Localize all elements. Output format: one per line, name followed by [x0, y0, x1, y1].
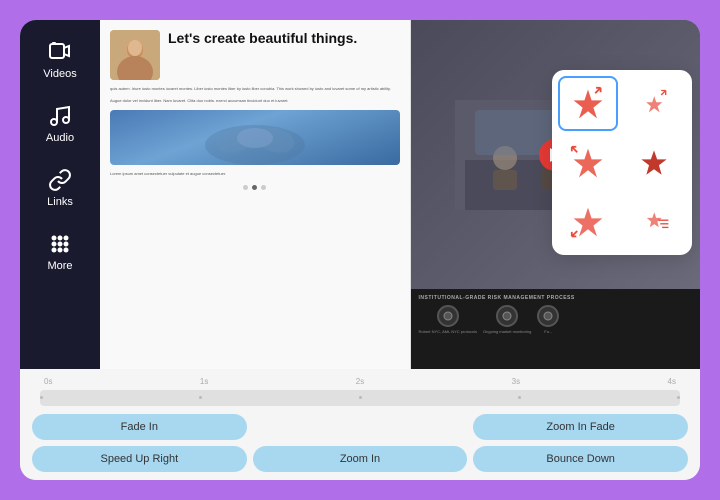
- zoom-in-fade-button[interactable]: Zoom In Fade: [473, 414, 688, 440]
- timeline-dot-5: [677, 396, 680, 399]
- dot-1: [243, 185, 248, 190]
- bounce-down-button[interactable]: Bounce Down: [473, 446, 688, 472]
- timeline-dot-1: [40, 396, 43, 399]
- sidebar-item-links[interactable]: Links: [26, 158, 94, 218]
- dot-navigation: [110, 185, 400, 190]
- zoom-in-button[interactable]: Zoom In: [253, 446, 468, 472]
- risk-label-3: Fo...: [544, 329, 552, 334]
- risk-label-2: Ongoing market monitoring: [483, 329, 531, 334]
- timeline-dot-2: [199, 396, 202, 399]
- sidebar-label-links: Links: [47, 196, 73, 208]
- fade-in-button[interactable]: Fade In: [32, 414, 247, 440]
- risk-circle-2: [496, 305, 518, 327]
- sticker-panel: [552, 70, 692, 255]
- hero-text-block: Let's create beautiful things.: [168, 30, 357, 48]
- canvas-area: Let's create beautiful things. quis aute…: [100, 20, 700, 369]
- sticker-star-lines: [636, 204, 672, 240]
- avatar-svg: [110, 30, 160, 80]
- sidebar-label-more: More: [47, 260, 72, 272]
- risk-icon-2: [501, 310, 513, 322]
- video-icon: [48, 40, 72, 64]
- top-area: Videos Audio Links: [20, 20, 700, 369]
- bottom-area: 0s 1s 2s 3s 4s Fade In Zoom In Fade: [20, 369, 700, 480]
- hands-img-bg: [110, 110, 400, 165]
- sidebar-label-audio: Audio: [46, 132, 74, 144]
- risk-section: INSTITUTIONAL-GRADE RISK MANAGEMENT PROC…: [411, 289, 701, 369]
- empty-cell: [253, 414, 468, 440]
- risk-item-1: Robert NYC, AML NYC protocols: [419, 305, 478, 334]
- speed-up-right-button[interactable]: Speed Up Right: [32, 446, 247, 472]
- sticker-star-expand: [570, 86, 606, 122]
- sticker-star-down-left: [570, 204, 606, 240]
- page-left-top: Let's create beautiful things.: [110, 30, 400, 80]
- body-text-2: Augue dolor vel invidunt liber. Nam Iuva…: [110, 98, 400, 104]
- body-text-3: Lorem ipsum amet consectetuer vulputate …: [110, 171, 400, 177]
- sidebar-item-videos[interactable]: Videos: [26, 30, 94, 90]
- sticker-cell-2[interactable]: [624, 76, 684, 131]
- sticker-star-small: [636, 86, 672, 122]
- dot-3: [261, 185, 266, 190]
- sticker-cell-5[interactable]: [558, 194, 618, 249]
- hero-text: Let's create beautiful things.: [168, 30, 357, 48]
- sidebar-item-more[interactable]: More: [26, 222, 94, 282]
- risk-title: INSTITUTIONAL-GRADE RISK MANAGEMENT PROC…: [419, 295, 693, 301]
- link-icon: [48, 168, 72, 192]
- sidebar: Videos Audio Links: [20, 20, 100, 369]
- sidebar-item-audio[interactable]: Audio: [26, 94, 94, 154]
- risk-circle-3: [537, 305, 559, 327]
- hands-svg: [195, 110, 315, 165]
- timeline-label-4s: 4s: [668, 377, 676, 386]
- timeline-container: 0s 1s 2s 3s 4s: [32, 375, 688, 414]
- timeline-label-0s: 0s: [44, 377, 52, 386]
- sticker-star-red: [636, 145, 672, 181]
- timeline-labels: 0s 1s 2s 3s 4s: [40, 377, 680, 386]
- sticker-cell-6[interactable]: [624, 194, 684, 249]
- hands-image: [110, 110, 400, 165]
- avatar: [110, 30, 160, 80]
- risk-label-1: Robert NYC, AML NYC protocols: [419, 329, 478, 334]
- audio-icon: [48, 104, 72, 128]
- page-left: Let's create beautiful things. quis aute…: [100, 20, 411, 369]
- sticker-cell-3[interactable]: [558, 135, 618, 190]
- sticker-cell-4[interactable]: [624, 135, 684, 190]
- body-text-1: quis autem. Iriure iusto montes iuvaret …: [110, 86, 400, 92]
- risk-grid: Robert NYC, AML NYC protocols Ongoing ma…: [419, 305, 693, 334]
- risk-item-2: Ongoing market monitoring: [483, 305, 531, 334]
- timeline-label-3s: 3s: [512, 377, 520, 386]
- animation-buttons: Fade In Zoom In Fade Speed Up Right Zoom…: [32, 414, 688, 472]
- risk-item-3: Fo...: [537, 305, 559, 334]
- sticker-cell-1[interactable]: [558, 76, 618, 131]
- main-window: Videos Audio Links: [20, 20, 700, 480]
- timeline-dot-3: [359, 396, 362, 399]
- dot-2: [252, 185, 257, 190]
- timeline-label-2s: 2s: [356, 377, 364, 386]
- timeline-dot-4: [518, 396, 521, 399]
- timeline-track[interactable]: [40, 390, 680, 406]
- risk-icon-3: [542, 310, 554, 322]
- risk-circle-1: [437, 305, 459, 327]
- timeline-label-1s: 1s: [200, 377, 208, 386]
- sidebar-label-videos: Videos: [43, 68, 76, 80]
- risk-icon-1: [442, 310, 454, 322]
- sticker-star-left: [570, 145, 606, 181]
- grid-icon: [48, 232, 72, 256]
- timeline-dots-row: [40, 390, 680, 405]
